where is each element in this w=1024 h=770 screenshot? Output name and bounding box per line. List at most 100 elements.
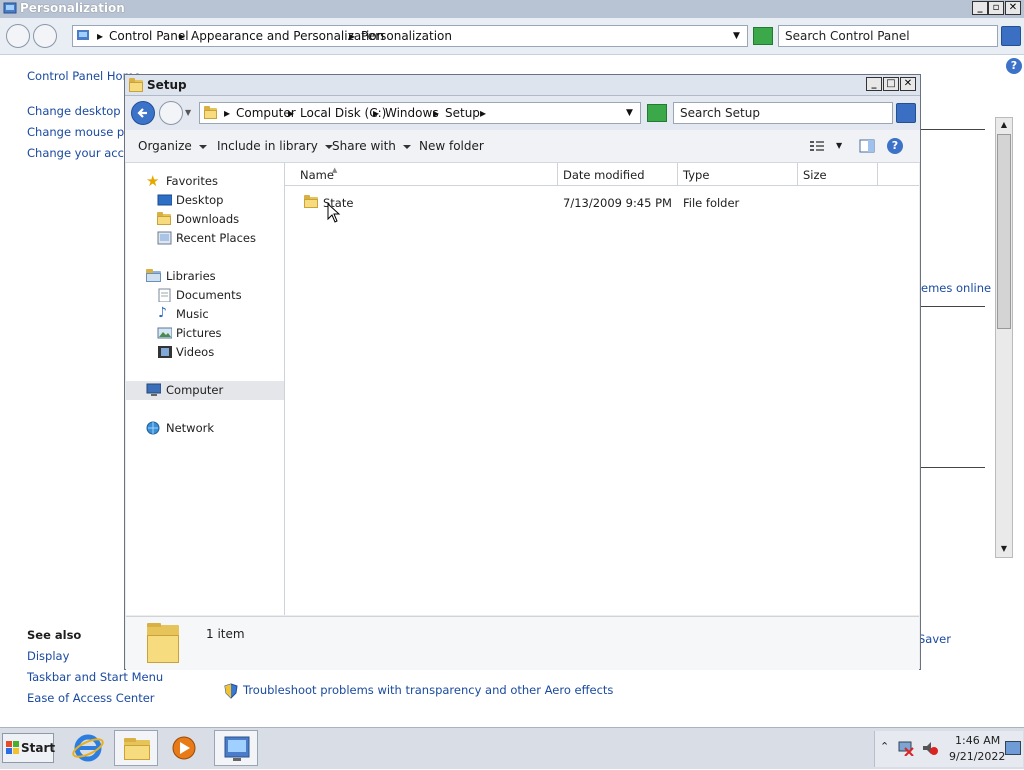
control-panel-icon (224, 736, 250, 761)
scroll-up-icon[interactable]: ▲ (997, 120, 1011, 132)
explorer-taskbar-button[interactable] (114, 730, 158, 766)
breadcrumb-control-panel[interactable]: Control Panel (109, 29, 189, 43)
downloads-folder-icon (157, 212, 171, 225)
breadcrumb-arrow: ▸ (373, 106, 380, 120)
volume-muted-icon[interactable] (921, 740, 939, 756)
refresh-button[interactable] (647, 104, 667, 122)
nav-music[interactable]: ♪ Music (126, 305, 284, 324)
breadcrumb-arrow: ▸ (179, 29, 186, 43)
sort-ascending-icon: ▲ (332, 166, 338, 174)
troubleshoot-transparency-link[interactable]: Troubleshoot problems with transparency … (243, 683, 613, 697)
divider (921, 306, 985, 307)
libraries-icon (146, 269, 161, 282)
setup-address-bar[interactable]: ▸ Computer ▸ Local Disk (C:) ▸ Windows ▸… (199, 102, 641, 124)
control-panel-icon (77, 30, 89, 40)
nav-desktop[interactable]: Desktop (126, 191, 284, 210)
nav-favorites[interactable]: ★ Favorites (126, 172, 284, 191)
search-icon[interactable] (1001, 26, 1021, 46)
show-desktop-button[interactable] (1005, 741, 1021, 755)
ease-of-access-link[interactable]: Ease of Access Center (27, 691, 155, 705)
nav-pictures[interactable]: Pictures (126, 324, 284, 343)
navigation-pane: ★ Favorites Desktop Downloads Recent Pla… (126, 163, 285, 615)
forward-button[interactable] (33, 24, 57, 48)
network-status-icon[interactable] (897, 740, 915, 756)
notification-area: ⌃ 1:46 AM 9/21/2022 (874, 731, 1023, 767)
share-with-button[interactable]: Share with (332, 139, 411, 153)
scroll-down-icon[interactable]: ▼ (997, 544, 1011, 556)
file-list: Name ▲ Date modified Type Size State 7/1… (285, 163, 919, 615)
breadcrumb-windows[interactable]: Windows (385, 106, 439, 120)
breadcrumb-arrow: ▸ (480, 106, 487, 120)
breadcrumb-arrow: ▸ (433, 106, 440, 120)
item-count: 1 item (206, 627, 245, 641)
breadcrumb-computer[interactable]: Computer (236, 106, 296, 120)
themes-scrollbar[interactable]: ▲ ▼ (995, 117, 1013, 558)
recent-places-icon (157, 231, 172, 245)
network-icon (146, 421, 160, 435)
search-setup-input[interactable]: Search Setup (673, 102, 893, 124)
setup-explorer-window: Setup _ □ ✕ ▼ ▸ Computer ▸ Local Disk (C… (124, 74, 921, 670)
forward-button[interactable] (159, 101, 183, 125)
documents-icon (158, 288, 171, 302)
themes-online-link[interactable]: emes online (921, 281, 991, 295)
display-link[interactable]: Display (27, 649, 69, 663)
scroll-thumb[interactable] (997, 134, 1011, 329)
breadcrumb-personalization[interactable]: Personalization (361, 29, 452, 43)
control-panel-taskbar-button[interactable] (214, 730, 258, 766)
internet-explorer-taskbar-button[interactable] (68, 730, 108, 766)
column-name[interactable]: Name ▲ (285, 163, 558, 185)
change-account-picture-link[interactable]: Change your accou (27, 146, 138, 160)
breadcrumb-setup[interactable]: Setup (445, 106, 480, 120)
clock-time[interactable]: 1:46 AM (955, 734, 1000, 747)
nav-documents[interactable]: Documents (126, 286, 284, 305)
preview-pane-icon[interactable] (859, 139, 875, 153)
column-size[interactable]: Size (798, 163, 878, 185)
search-icon[interactable] (896, 103, 916, 123)
address-bar[interactable]: ▸ Control Panel ▸ Appearance and Persona… (72, 25, 748, 47)
column-type[interactable]: Type (678, 163, 798, 185)
nav-libraries[interactable]: Libraries (126, 267, 284, 286)
screen-saver-link[interactable]: Saver (918, 632, 951, 646)
back-button[interactable] (6, 24, 30, 48)
nav-recent-places[interactable]: Recent Places (126, 229, 284, 248)
nav-computer[interactable]: Computer (126, 381, 284, 400)
recent-pages-icon[interactable]: ▼ (185, 108, 191, 117)
search-control-panel-input[interactable]: Search Control Panel (778, 25, 998, 47)
nav-videos[interactable]: Videos (126, 343, 284, 362)
clock-date[interactable]: 9/21/2022 (949, 750, 1005, 763)
nav-downloads[interactable]: Downloads (126, 210, 284, 229)
start-button[interactable]: Start (2, 733, 55, 763)
breadcrumb-appearance[interactable]: Appearance and Personalization (191, 29, 384, 43)
minimize-button[interactable]: _ (866, 77, 882, 91)
refresh-button[interactable] (753, 27, 773, 45)
large-folder-icon (147, 623, 179, 663)
close-button[interactable]: ✕ (900, 77, 916, 91)
table-row[interactable]: State 7/13/2009 9:45 PM File folder (299, 193, 899, 213)
column-date-modified[interactable]: Date modified (558, 163, 678, 185)
help-icon[interactable]: ? (887, 138, 903, 154)
pictures-icon (157, 327, 172, 339)
setup-nav-bar: ▼ ▸ Computer ▸ Local Disk (C:) ▸ Windows… (125, 96, 920, 130)
media-player-taskbar-button[interactable] (164, 730, 204, 766)
computer-icon (146, 383, 161, 396)
back-button[interactable] (131, 101, 155, 125)
close-button[interactable]: ✕ (1005, 1, 1021, 15)
include-in-library-button[interactable]: Include in library (217, 139, 333, 153)
taskbar-start-menu-link[interactable]: Taskbar and Start Menu (27, 670, 163, 684)
control-panel-icon (3, 2, 17, 14)
view-options-icon[interactable] (809, 139, 825, 153)
address-dropdown-icon[interactable]: ▼ (626, 108, 633, 118)
view-dropdown-icon[interactable]: ▼ (836, 141, 842, 150)
maximize-button[interactable]: □ (883, 77, 899, 91)
help-icon[interactable]: ? (1006, 58, 1022, 74)
command-bar: Organize Include in library Share with N… (125, 130, 920, 163)
new-folder-button[interactable]: New folder (419, 139, 484, 153)
nav-network[interactable]: Network (126, 419, 284, 438)
address-dropdown-icon[interactable]: ▼ (733, 31, 740, 41)
minimize-button[interactable]: _ (972, 1, 988, 15)
show-hidden-icons[interactable]: ⌃ (880, 740, 889, 753)
see-also-heading: See also (27, 628, 82, 642)
setup-title: Setup (147, 78, 187, 92)
restore-button[interactable]: ▫ (988, 1, 1004, 15)
organize-button[interactable]: Organize (138, 139, 207, 153)
